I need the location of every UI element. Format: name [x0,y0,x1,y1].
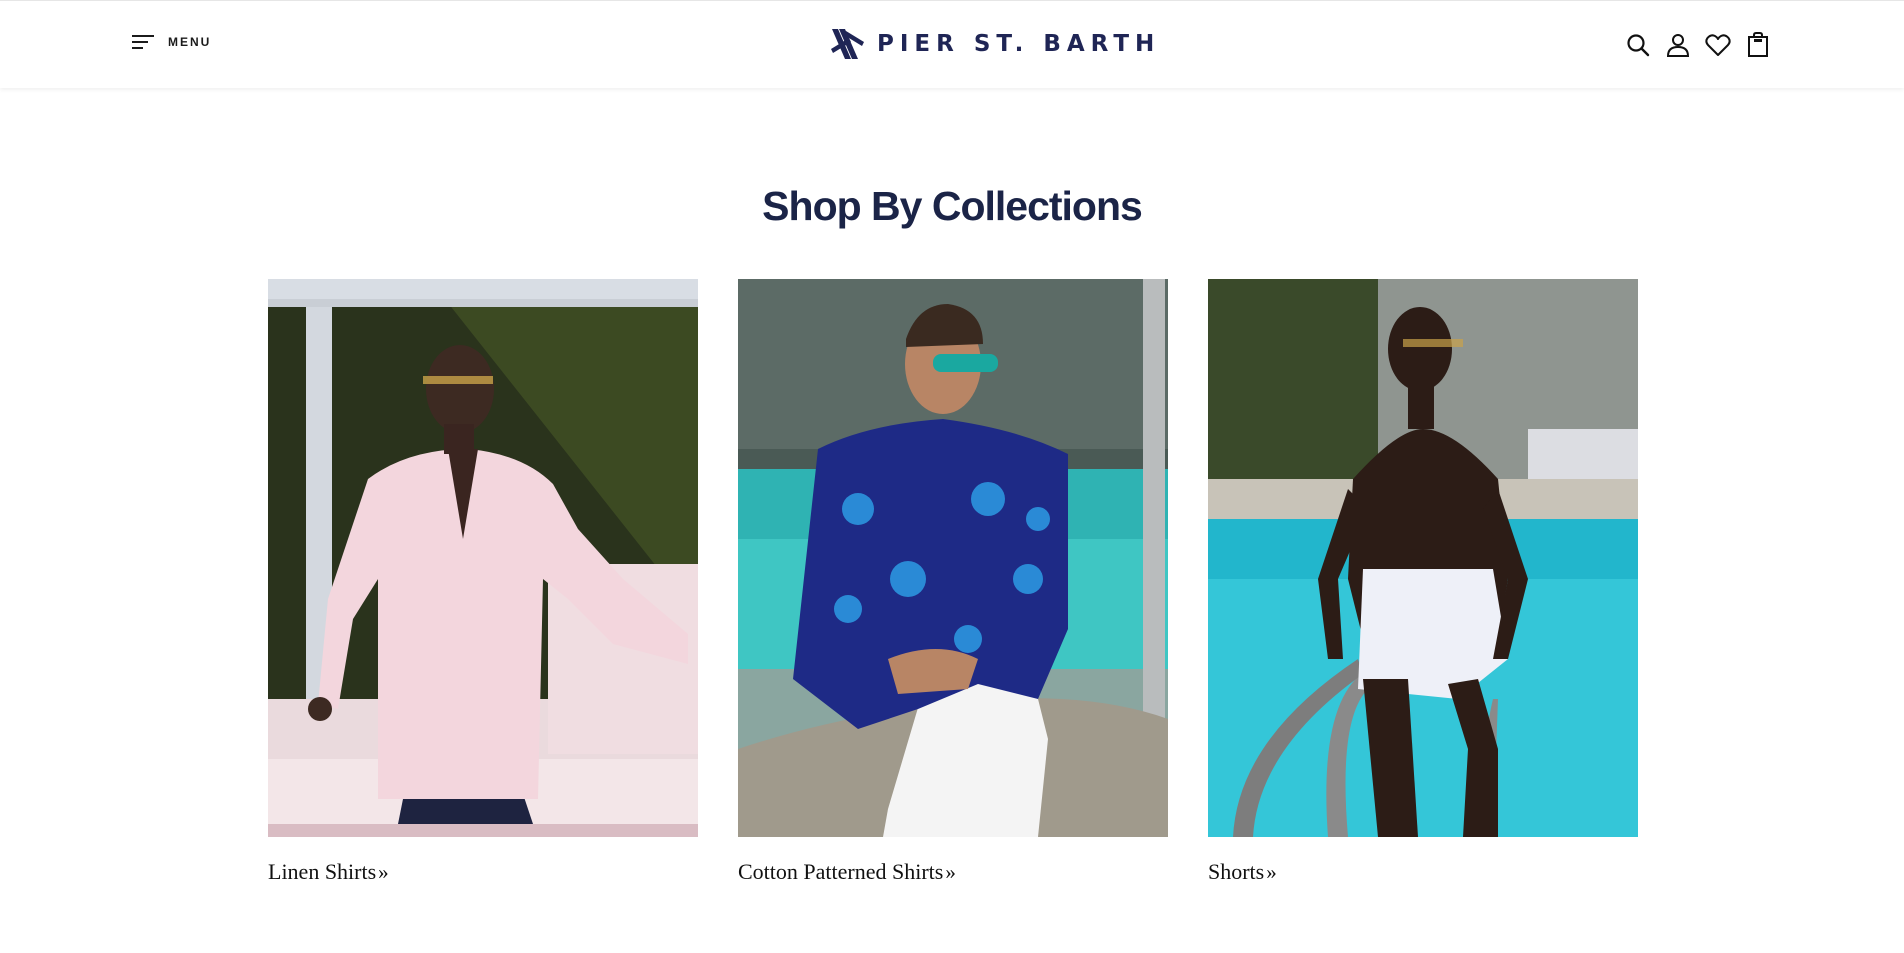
collection-link-linen-shirts[interactable]: Linen Shirts » [268,859,698,885]
collection-card-cotton-patterned-shirts[interactable]: Cotton Patterned Shirts » [738,279,1168,885]
collection-image-linen-shirts[interactable] [268,279,698,837]
double-chevron-right-icon: » [1266,859,1277,884]
search-button[interactable] [1625,31,1651,59]
collection-image-cotton-patterned-shirts[interactable] [738,279,1168,837]
logo-mark-icon [831,29,864,59]
account-icon [1666,34,1690,57]
search-icon [1627,34,1650,57]
collection-link-cotton-patterned-shirts[interactable]: Cotton Patterned Shirts » [738,859,1168,885]
double-chevron-right-icon: » [945,859,956,884]
header-actions [1625,31,1771,59]
collection-label: Linen Shirts [268,859,377,884]
wishlist-icon [1705,34,1731,56]
collection-card-linen-shirts[interactable]: Linen Shirts » [268,279,698,885]
menu-label: MENU [168,35,212,49]
brand-logo[interactable]: PIER ST. BARTH [829,25,1160,63]
cart-icon [1748,32,1768,57]
collections-grid: Linen Shirts » Cotton Patterned Shirts »… [268,279,1638,885]
hamburger-icon [132,35,154,49]
double-chevron-right-icon: » [378,859,389,884]
cart-button[interactable] [1745,31,1771,59]
wishlist-button[interactable] [1705,31,1731,59]
account-button[interactable] [1665,31,1691,59]
collection-label: Shorts [1208,859,1265,884]
menu-button[interactable]: MENU [132,34,211,50]
collection-image-shorts[interactable] [1208,279,1638,837]
collection-card-shorts[interactable]: Shorts » [1208,279,1638,885]
collection-label: Cotton Patterned Shirts [738,859,944,884]
collection-link-shorts[interactable]: Shorts » [1208,859,1638,885]
brand-name: PIER ST. BARTH [877,31,1161,57]
section-title: Shop By Collections [762,183,1143,229]
site-header: MENU PIER ST. BARTH [0,0,1904,88]
